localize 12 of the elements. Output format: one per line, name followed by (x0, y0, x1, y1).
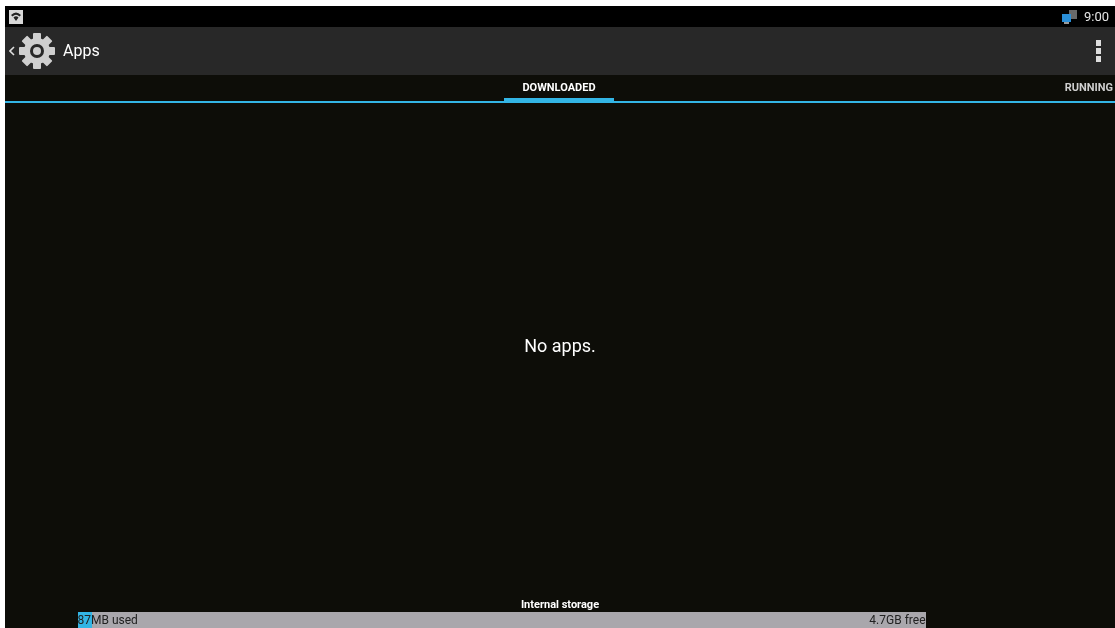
free-label: 4.7GB free (869, 612, 926, 628)
tab[interactable]: DOWNLOADED (504, 75, 614, 102)
clock: 9:00 (1083, 7, 1110, 26)
overflow-menu-button[interactable] (1093, 40, 1103, 62)
network-icon (1061, 9, 1078, 24)
tab[interactable]: RUNNING (1064, 75, 1113, 102)
empty-message: No apps. (524, 334, 596, 358)
storage-title: Internal storage (520, 598, 600, 612)
back-caret-icon (9, 46, 15, 56)
back-button[interactable]: Apps (5, 27, 100, 75)
gear-icon (17, 31, 57, 71)
wifi-icon (9, 9, 23, 24)
